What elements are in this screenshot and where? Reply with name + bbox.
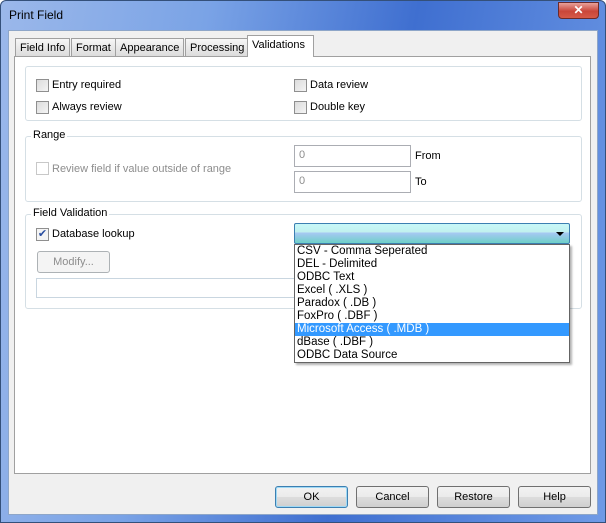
chevron-down-icon <box>556 232 564 236</box>
help-button[interactable]: Help <box>518 486 591 508</box>
cancel-button[interactable]: Cancel <box>356 486 429 508</box>
range-to-input[interactable]: 0 <box>294 171 411 193</box>
dropdown-option[interactable]: DEL - Delimited <box>295 258 569 271</box>
dropdown-option[interactable]: Paradox ( .DB ) <box>295 297 569 310</box>
close-icon: ✕ <box>573 3 584 17</box>
tab-validations[interactable]: Validations <box>247 35 314 57</box>
ok-button[interactable]: OK <box>275 486 348 508</box>
tab-appearance[interactable]: Appearance <box>115 38 185 56</box>
entry-required-checkbox[interactable] <box>36 79 49 92</box>
tab-field-info[interactable]: Field Info <box>15 38 71 56</box>
database-lookup-label: Database lookup <box>52 228 135 240</box>
field-validation-title: Field Validation <box>31 207 110 219</box>
tab-label: Processing <box>190 42 245 54</box>
from-label: From <box>415 150 441 162</box>
database-type-dropdown: CSV - Comma Seperated DEL - Delimited ODBC… <box>294 244 570 363</box>
dropdown-option[interactable]: CSV - Comma Seperated <box>295 245 569 258</box>
data-review-checkbox[interactable] <box>294 79 307 92</box>
tab-format[interactable]: Format <box>71 38 116 56</box>
tab-label: Field Info <box>20 42 66 54</box>
dropdown-option[interactable]: Microsoft Access ( .MDB ) <box>295 323 569 336</box>
always-review-label: Always review <box>52 101 122 113</box>
checkmark-icon: ✔ <box>37 228 48 240</box>
entry-required-label: Entry required <box>52 79 122 91</box>
window-title: Print Field <box>9 8 64 22</box>
dropdown-option[interactable]: Excel ( .XLS ) <box>295 284 569 297</box>
review-range-label: Review field if value outside of range <box>52 163 232 175</box>
always-review-checkbox[interactable] <box>36 101 49 114</box>
double-key-label: Double key <box>310 101 366 113</box>
modify-button[interactable]: Modify... <box>37 251 110 273</box>
database-lookup-checkbox[interactable]: ✔ <box>36 228 49 241</box>
tab-processing[interactable]: Processing <box>185 38 250 56</box>
data-review-label: Data review <box>310 79 369 91</box>
to-label: To <box>415 176 427 188</box>
restore-button[interactable]: Restore <box>437 486 510 508</box>
dropdown-option[interactable]: ODBC Text <box>295 271 569 284</box>
range-from-input[interactable]: 0 <box>294 145 411 167</box>
database-type-combo[interactable] <box>294 223 570 244</box>
tab-label: Format <box>76 42 111 54</box>
tab-label: Appearance <box>120 42 180 54</box>
dropdown-option[interactable]: FoxPro ( .DBF ) <box>295 310 569 323</box>
dropdown-option[interactable]: ODBC Data Source <box>295 349 569 362</box>
close-button[interactable]: ✕ <box>558 2 599 19</box>
dropdown-option[interactable]: dBase ( .DBF ) <box>295 336 569 349</box>
review-range-checkbox[interactable] <box>36 162 49 175</box>
lookup-path-field[interactable] <box>36 278 306 298</box>
double-key-checkbox[interactable] <box>294 101 307 114</box>
tab-label: Validations <box>252 39 305 51</box>
range-group-title: Range <box>31 129 68 141</box>
